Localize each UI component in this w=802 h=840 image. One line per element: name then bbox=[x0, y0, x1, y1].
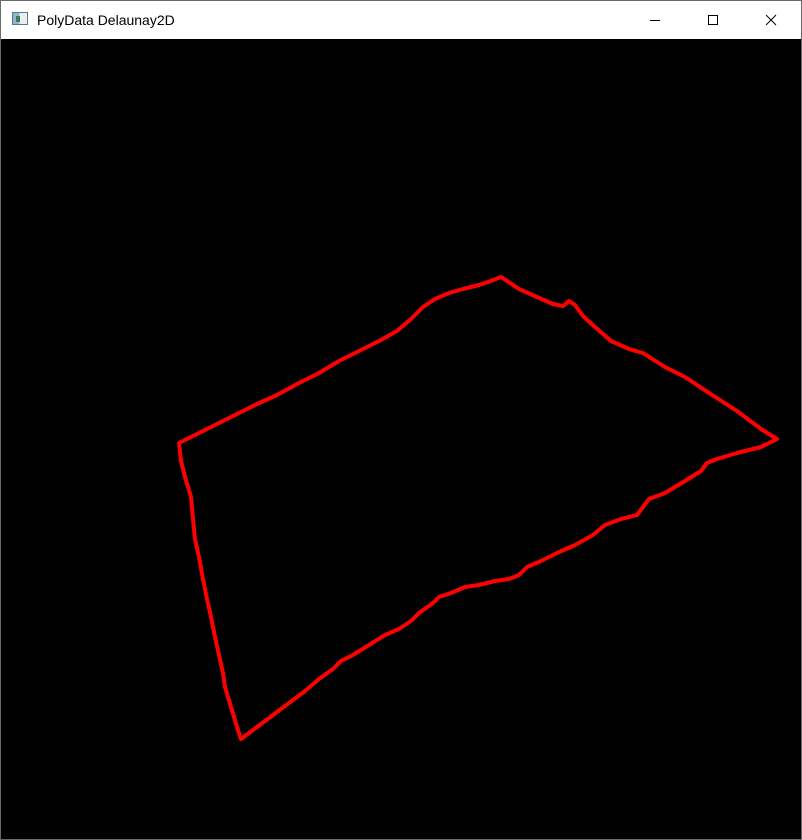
render-viewport[interactable] bbox=[1, 39, 801, 839]
minimize-icon bbox=[650, 20, 660, 21]
render-background bbox=[1, 39, 801, 839]
maximize-button[interactable] bbox=[690, 1, 736, 39]
title-bar[interactable]: PolyData Delaunay2D bbox=[1, 1, 801, 39]
app-window: PolyData Delaunay2D bbox=[0, 0, 802, 840]
close-button[interactable] bbox=[748, 1, 794, 39]
vtk-app-icon bbox=[12, 12, 28, 25]
minimize-button[interactable] bbox=[632, 1, 678, 39]
render-scene bbox=[1, 39, 801, 839]
maximize-icon bbox=[708, 15, 718, 25]
close-icon bbox=[765, 14, 777, 26]
window-title: PolyData Delaunay2D bbox=[37, 12, 175, 28]
